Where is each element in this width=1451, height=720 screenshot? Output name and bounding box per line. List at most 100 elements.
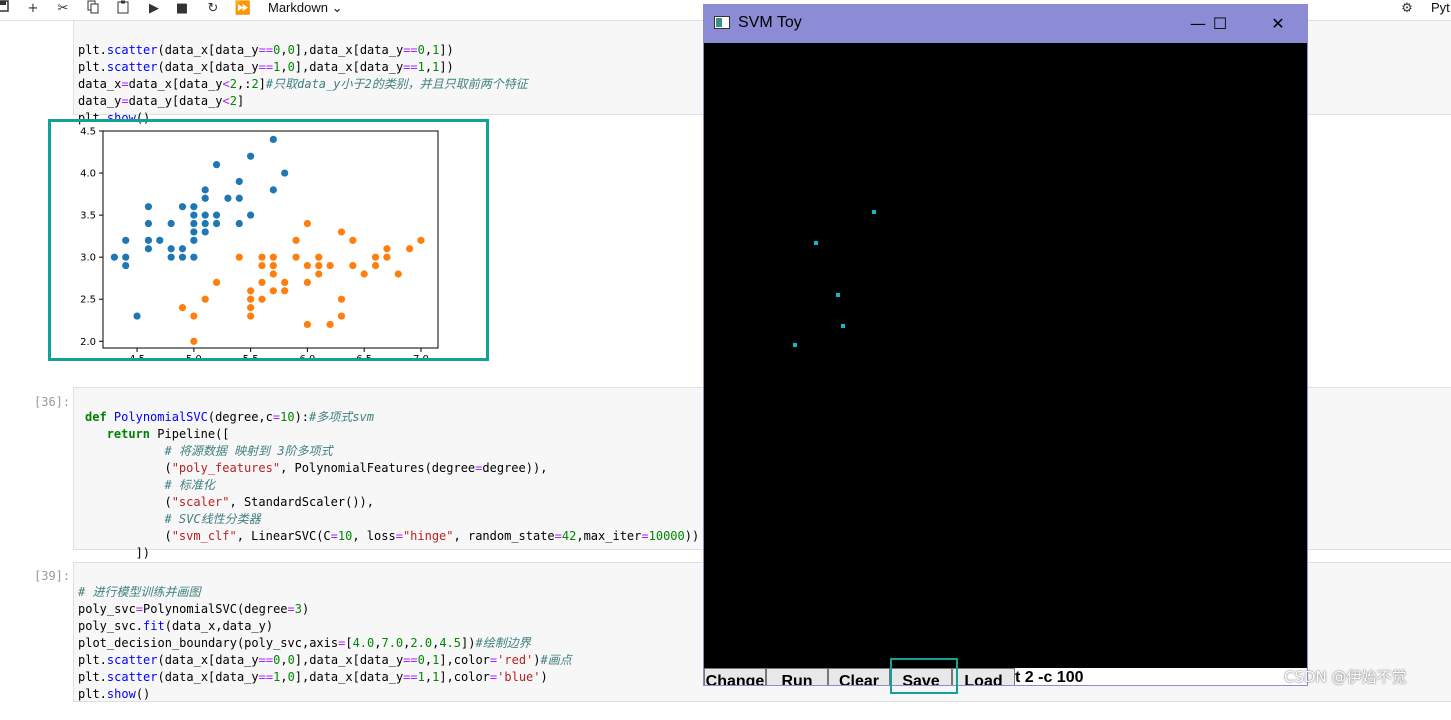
load-button[interactable]: Load — [952, 668, 1015, 685]
scatter-point-series-0 — [201, 211, 209, 219]
x-tick-label: 5.5 — [243, 354, 259, 358]
x-tick-label: 5.0 — [186, 354, 202, 358]
scatter-point-series-1 — [326, 320, 334, 329]
code-line: plt.scatter(data_x[data_y==0,0],data_x[d… — [78, 43, 454, 57]
change-button[interactable]: Change — [704, 668, 766, 685]
data-point — [841, 324, 845, 328]
scatter-point-series-1 — [258, 261, 266, 270]
svm-canvas[interactable] — [704, 43, 1307, 667]
run-button[interactable]: Run — [766, 668, 828, 685]
parameter-input[interactable]: t 2 -c 100 — [1015, 668, 1307, 685]
watermark: CSDN @伊始不觉 — [1284, 668, 1407, 686]
scatter-point-series-0 — [178, 245, 187, 253]
scatter-point-series-1 — [281, 287, 289, 295]
scatter-point-series-1 — [235, 253, 243, 261]
code-line: plot_decision_boundary(poly_svc,axis=[4.… — [78, 636, 531, 650]
code-line: # SVC线性分类器 — [164, 512, 261, 526]
scatter-point-series-0 — [178, 253, 187, 261]
data-point — [814, 241, 818, 245]
scatter-point-series-1 — [349, 236, 357, 244]
y-tick-label: 4.0 — [80, 169, 96, 180]
scatter-point-series-0 — [190, 253, 198, 261]
kernel-name: Pyt — [1431, 0, 1450, 15]
window-title: SVM Toy — [738, 14, 802, 31]
bug-icon[interactable]: ⚙ — [1399, 0, 1415, 18]
scatter-point-series-0 — [167, 245, 175, 253]
x-tick-label: 6.0 — [299, 354, 315, 358]
maximize-button[interactable]: ☐ — [1198, 11, 1242, 37]
y-tick-label: 4.5 — [80, 127, 96, 138]
scatter-point-series-0 — [201, 228, 209, 236]
code-line: plt.scatter(data_x[data_y==1,0],data_x[d… — [78, 670, 548, 684]
scatter-point-series-1 — [269, 253, 277, 261]
scatter-point-series-1 — [417, 236, 425, 244]
chevron-down-icon: ⌄ — [331, 0, 343, 15]
scatter-point-series-1 — [201, 295, 209, 303]
stop-icon[interactable]: ■ — [174, 0, 190, 18]
cell-type-label: Markdown — [268, 0, 328, 15]
save-icon[interactable] — [0, 0, 10, 18]
scatter-point-series-1 — [303, 278, 312, 286]
scatter-point-series-0 — [201, 219, 209, 228]
scatter-point-series-0 — [122, 253, 130, 261]
code-cell-36-source: def PolynomialSVC(degree,c=10):#多项式svm r… — [85, 392, 699, 579]
scatter-point-series-0 — [144, 245, 153, 253]
cut-icon[interactable]: ✂ — [54, 0, 72, 18]
scatter-point-series-0 — [235, 194, 243, 202]
scatter-point-series-1 — [247, 295, 255, 303]
code-line: plt.scatter(data_x[data_y==0,0],data_x[d… — [78, 653, 572, 667]
svm-toy-window[interactable]: SVM Toy — ☐ ✕ Change Run Clear Save Load… — [703, 4, 1308, 686]
scatter-point-series-0 — [235, 177, 243, 186]
scatter-point-series-1 — [383, 253, 391, 261]
scatter-point-series-1 — [190, 312, 198, 320]
scatter-point-series-0 — [122, 261, 130, 270]
scatter-point-series-0 — [110, 253, 118, 261]
scatter-point-series-1 — [371, 253, 380, 261]
scatter-point-series-1 — [394, 270, 402, 278]
x-tick-label: 6.5 — [356, 354, 372, 358]
paste-icon[interactable] — [114, 0, 132, 18]
scatter-point-series-1 — [190, 337, 198, 345]
scatter-point-series-0 — [190, 219, 198, 228]
scatter-point-series-1 — [315, 270, 323, 278]
scatter-point-series-0 — [178, 203, 187, 211]
code-line: ("svm_clf", LinearSVC(C=10, loss="hinge"… — [85, 529, 700, 543]
clear-button[interactable]: Clear — [828, 668, 890, 685]
scatter-point-series-1 — [178, 304, 187, 312]
scatter-point-series-0 — [133, 312, 141, 320]
scatter-point-series-0 — [190, 236, 198, 244]
svm-title-bar[interactable]: SVM Toy — ☐ ✕ — [704, 5, 1307, 43]
scatter-point-series-1 — [247, 312, 255, 320]
add-icon[interactable]: + — [24, 0, 42, 18]
plot-axes-frame — [102, 130, 439, 349]
code-line: ("poly_features", PolynomialFeatures(deg… — [85, 461, 548, 475]
scatter-point-series-1 — [258, 253, 266, 261]
scatter-point-series-1 — [337, 295, 346, 303]
copy-icon[interactable] — [84, 0, 102, 18]
scatter-point-series-0 — [212, 161, 221, 169]
restart-icon[interactable]: ↻ — [204, 0, 222, 18]
scatter-point-series-0 — [144, 203, 153, 211]
scatter-point-series-0 — [247, 211, 255, 219]
y-tick-label: 2.0 — [80, 337, 96, 348]
scatter-point-series-0 — [269, 135, 277, 144]
y-tick-label: 3.0 — [80, 253, 96, 264]
app-icon — [714, 16, 730, 29]
scatter-point-series-1 — [258, 278, 266, 286]
cell-type-dropdown[interactable]: Markdown ⌄ — [268, 0, 343, 16]
svm-control-bar: Change Run Clear Save Load t 2 -c 100 — [704, 667, 1307, 685]
close-button[interactable]: ✕ — [1256, 11, 1300, 37]
scatter-point-series-1 — [292, 236, 300, 244]
fast-forward-icon[interactable]: ⏩ — [234, 0, 252, 18]
scatter-point-series-1 — [269, 270, 277, 278]
run-icon[interactable]: ▶ — [146, 0, 162, 18]
x-tick-label: 7.0 — [413, 354, 429, 358]
data-point — [793, 343, 797, 347]
scatter-point-series-0 — [269, 186, 277, 194]
scatter-point-series-1 — [383, 245, 391, 253]
scatter-point-series-1 — [303, 261, 312, 270]
code-line: plt.show() — [78, 687, 151, 701]
x-tick-label: 4.5 — [129, 354, 145, 358]
scatter-point-series-0 — [156, 236, 164, 244]
cell-prompt: [39]: — [34, 569, 71, 583]
